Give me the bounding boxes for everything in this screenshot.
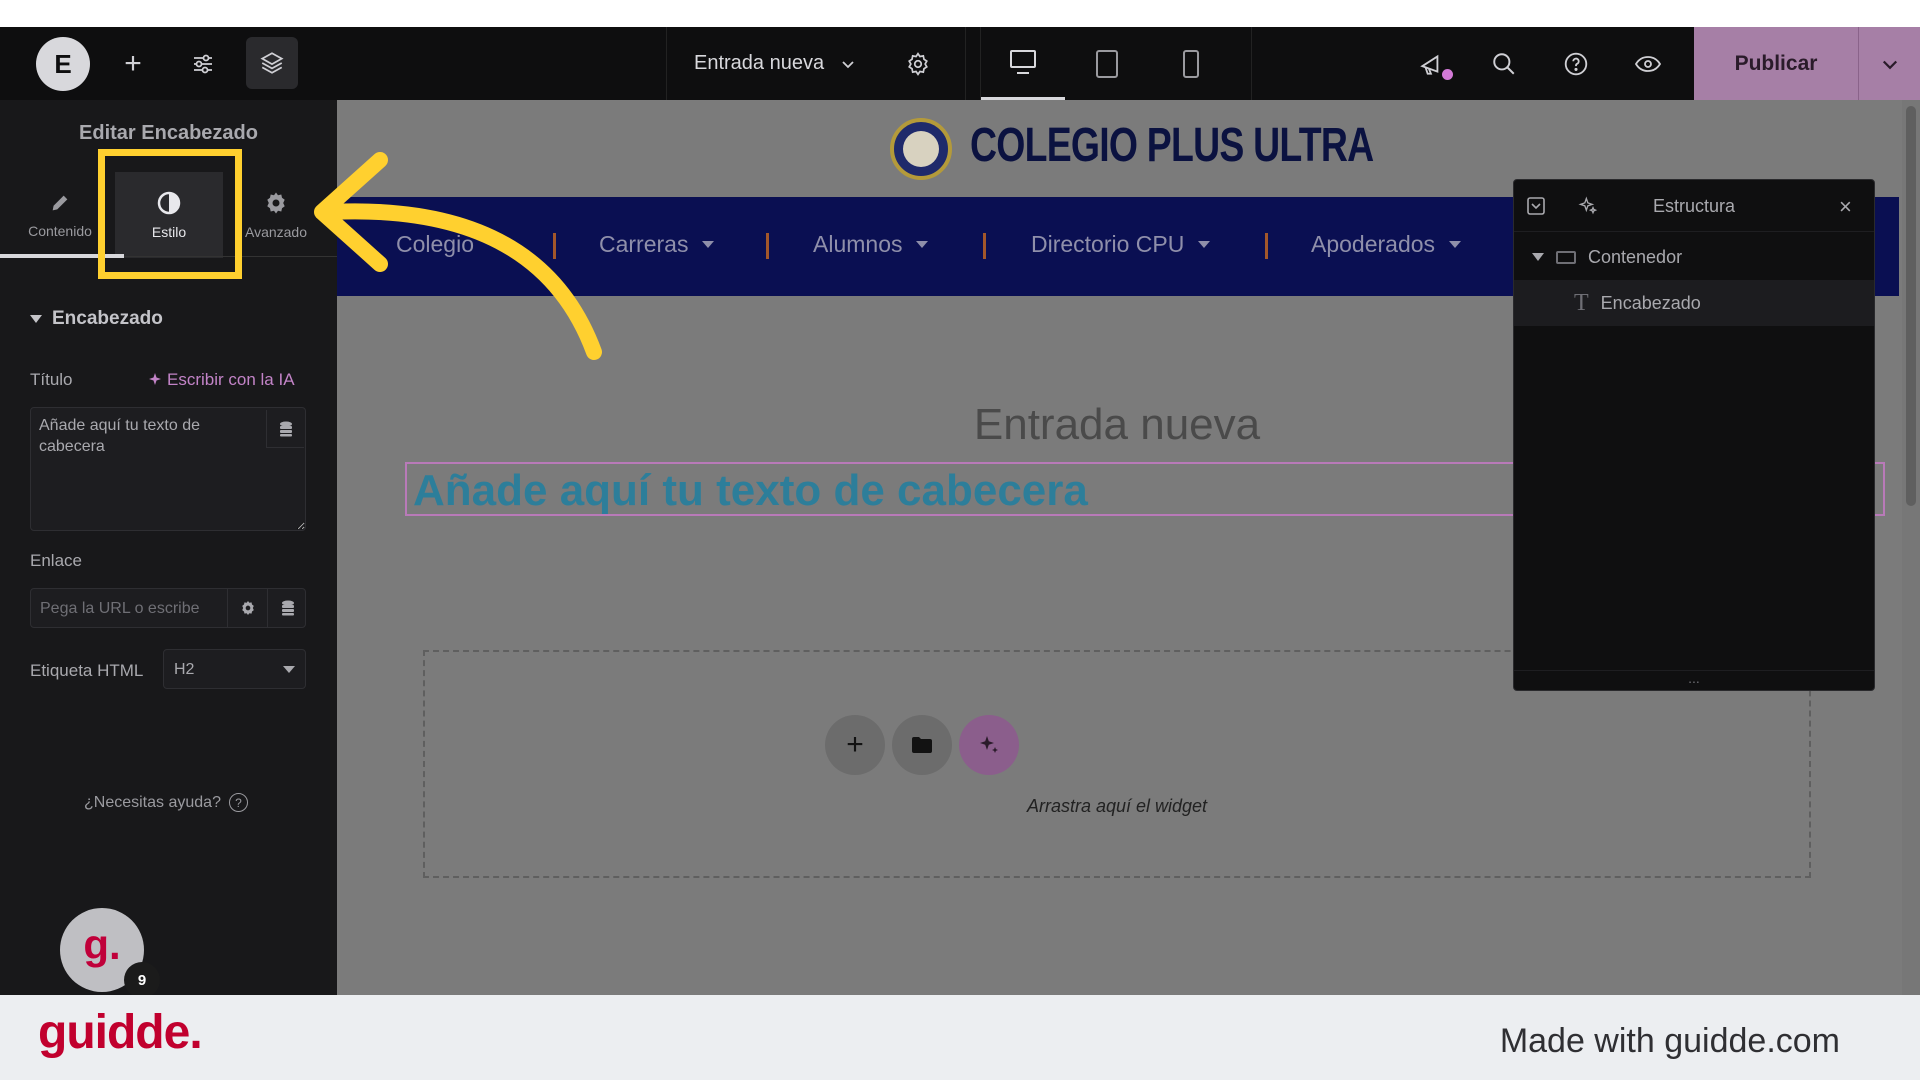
guidde-brand-logo: guidde. [38,1006,203,1059]
screen: E + Entrada nueva Publicar Editar Encabe… [0,0,1920,1080]
guidde-footer: guidde. Made with guidde.com [0,995,1920,1080]
made-with-text: Made with guidde.com [1499,1022,1840,1060]
pointer-arrow [314,152,602,360]
